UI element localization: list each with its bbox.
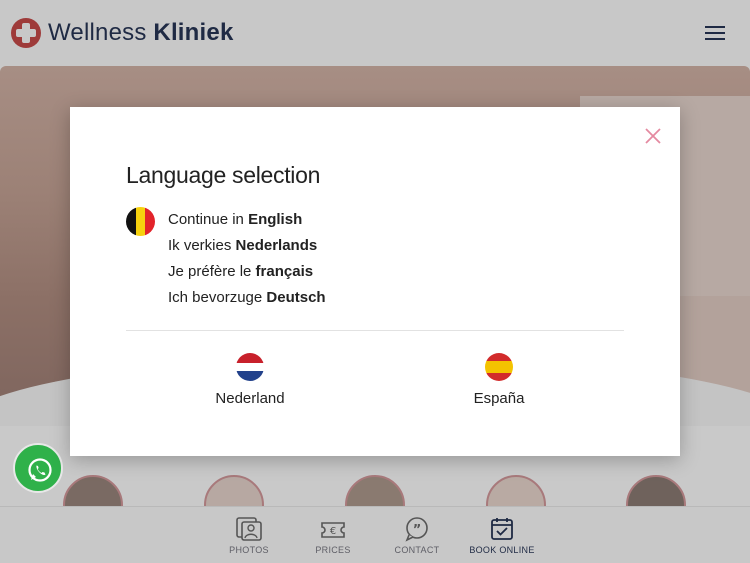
language-option-prefix: Continue in [168, 211, 249, 228]
nav-prices-label: PRICES [315, 545, 351, 555]
cross-logo-icon[interactable] [11, 18, 41, 48]
language-option-dutch[interactable]: Ik verkies Nederlands [168, 237, 326, 263]
hamburger-icon[interactable] [705, 24, 727, 42]
chat-quote-icon: ” [405, 517, 428, 542]
language-option-french[interactable]: Je préfère le français [168, 263, 326, 289]
site-option-label: España [473, 390, 525, 407]
nav-contact-label: CONTACT [394, 545, 440, 555]
close-icon[interactable] [642, 125, 664, 147]
language-option-prefix: Ik verkies [168, 237, 236, 254]
language-option-name: English [248, 211, 303, 228]
belgium-flag-icon [126, 207, 155, 236]
photos-icon [236, 517, 262, 541]
netherlands-flag-icon [236, 353, 264, 381]
nav-photos[interactable]: PHOTOS [209, 507, 289, 563]
nav-contact[interactable]: ” CONTACT [377, 507, 457, 563]
svg-text:”: ” [413, 523, 422, 538]
euro-icon: € [321, 522, 345, 538]
svg-text:€: € [330, 526, 336, 537]
language-option-prefix: Je préfère le [168, 263, 256, 280]
brand-name-bold: Kliniek [153, 19, 234, 46]
language-option-name: Deutsch [266, 289, 326, 306]
modal-title: Language selection [126, 162, 321, 188]
bottom-nav: PHOTOS € PRICES ” CONTACT BOOK ONLINE [0, 506, 750, 563]
brand-name[interactable]: Wellness Kliniek [48, 19, 234, 47]
calendar-check-icon [491, 518, 513, 540]
site-option-netherlands[interactable]: Nederland [180, 353, 320, 407]
language-option-english[interactable]: Continue in English [168, 211, 326, 237]
site-option-spain[interactable]: España [429, 353, 569, 407]
language-list: Continue in English Ik verkies Nederland… [168, 211, 326, 315]
brand-name-light: Wellness [48, 19, 147, 46]
language-option-name: français [255, 263, 314, 280]
language-selection-modal: Language selection Continue in English I… [70, 107, 680, 456]
spain-flag-icon [485, 353, 513, 381]
site-header: Wellness Kliniek [0, 0, 750, 66]
nav-photos-label: PHOTOS [229, 545, 269, 555]
site-option-label: Nederland [215, 390, 285, 407]
nav-prices[interactable]: € PRICES [293, 507, 373, 563]
whatsapp-icon [28, 458, 52, 482]
nav-book-online[interactable]: BOOK ONLINE [462, 507, 542, 563]
nav-book-online-label: BOOK ONLINE [469, 545, 535, 555]
whatsapp-button[interactable] [13, 443, 63, 493]
modal-divider [126, 330, 624, 331]
language-option-german[interactable]: Ich bevorzuge Deutsch [168, 289, 326, 315]
language-option-prefix: Ich bevorzuge [168, 289, 267, 306]
language-option-name: Nederlands [235, 237, 318, 254]
